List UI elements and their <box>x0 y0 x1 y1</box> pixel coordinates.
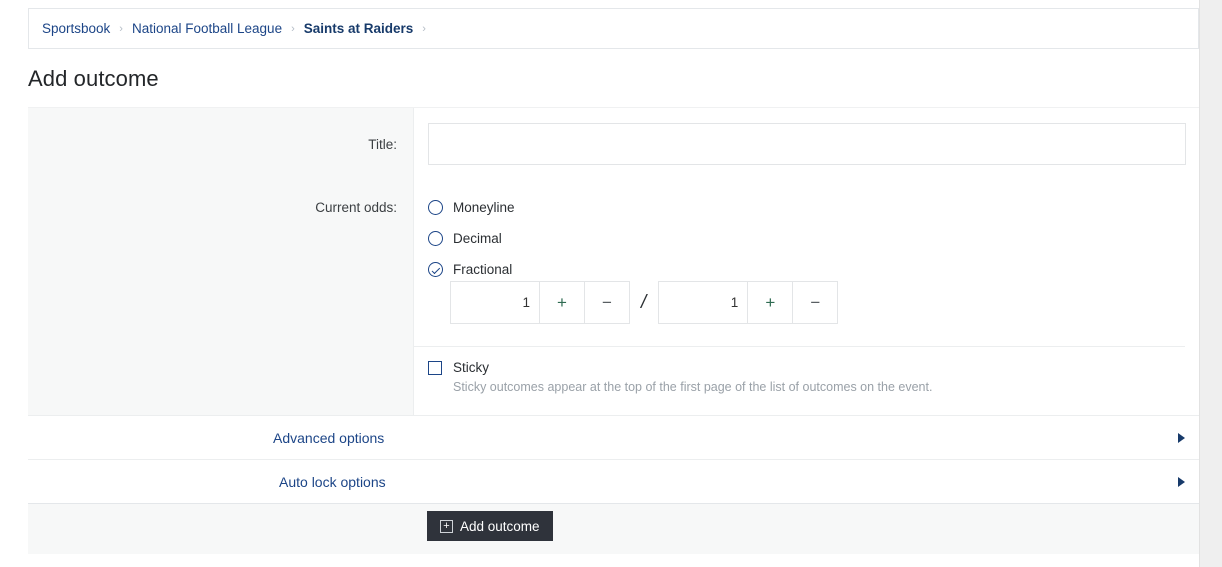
add-outcome-button-label: Add outcome <box>460 519 540 534</box>
form-body: Title: Current odds: Moneyline Decim <box>28 107 1199 415</box>
accordion-auto-lock-options[interactable]: Auto lock options <box>28 459 1199 503</box>
accordion-label: Advanced options <box>273 430 384 446</box>
chevron-right-icon <box>1178 477 1185 487</box>
odds-option-moneyline[interactable]: Moneyline <box>428 192 1188 223</box>
add-outcome-form-card: Title: Current odds: Moneyline Decim <box>28 107 1199 554</box>
title-input[interactable] <box>428 123 1186 165</box>
breadcrumb: Sportsbook › National Football League › … <box>28 8 1199 49</box>
plus-icon: + <box>440 520 453 533</box>
accordion-advanced-options[interactable]: Advanced options <box>28 415 1199 459</box>
odds-option-label: Moneyline <box>453 200 515 215</box>
sticky-label: Sticky <box>453 360 489 375</box>
denominator-input[interactable] <box>658 281 748 324</box>
denominator-decrement-button[interactable]: − <box>793 281 838 324</box>
breadcrumb-item-sportsbook[interactable]: Sportsbook <box>42 21 110 36</box>
current-odds-label: Current odds: <box>315 200 397 215</box>
form-field-column: Moneyline Decimal Fractional + <box>414 108 1199 415</box>
page-root: Sportsbook › National Football League › … <box>0 0 1199 567</box>
sticky-section-divider <box>414 346 1185 347</box>
sticky-section: Sticky Sticky outcomes appear at the top… <box>428 360 1188 394</box>
radio-checked-icon <box>428 262 443 277</box>
odds-radio-group: Moneyline Decimal Fractional <box>428 192 1188 285</box>
form-label-column: Title: Current odds: <box>28 108 414 415</box>
numerator-increment-button[interactable]: + <box>540 281 585 324</box>
checkbox-unchecked-icon <box>428 361 442 375</box>
radio-unchecked-icon <box>428 231 443 246</box>
breadcrumb-separator-icon: › <box>119 23 123 35</box>
breadcrumb-item-event[interactable]: Saints at Raiders <box>304 21 414 36</box>
title-field-label: Title: <box>368 137 397 152</box>
numerator-decrement-button[interactable]: − <box>585 281 630 324</box>
page-title: Add outcome <box>28 66 159 92</box>
breadcrumb-separator-icon: › <box>291 23 295 35</box>
sticky-help-text: Sticky outcomes appear at the top of the… <box>453 380 1188 394</box>
chevron-right-icon <box>1178 433 1185 443</box>
denominator-stepper: + − <box>658 281 838 324</box>
form-footer: + Add outcome <box>28 503 1199 554</box>
add-outcome-button[interactable]: + Add outcome <box>427 511 553 541</box>
breadcrumb-separator-icon: › <box>422 23 426 35</box>
title-input-wrapper <box>428 123 1186 165</box>
sticky-checkbox-row[interactable]: Sticky <box>428 360 1188 375</box>
odds-option-label: Fractional <box>453 262 512 277</box>
numerator-stepper: + − <box>450 281 630 324</box>
accordion-label: Auto lock options <box>279 474 386 490</box>
numerator-input[interactable] <box>450 281 540 324</box>
odds-option-label: Decimal <box>453 231 502 246</box>
fractional-odds-row: + − / + − <box>450 281 838 324</box>
breadcrumb-item-league[interactable]: National Football League <box>132 21 282 36</box>
radio-unchecked-icon <box>428 200 443 215</box>
fraction-slash: / <box>641 292 646 314</box>
denominator-increment-button[interactable]: + <box>748 281 793 324</box>
odds-option-decimal[interactable]: Decimal <box>428 223 1188 254</box>
vertical-scrollbar[interactable] <box>1199 0 1222 567</box>
